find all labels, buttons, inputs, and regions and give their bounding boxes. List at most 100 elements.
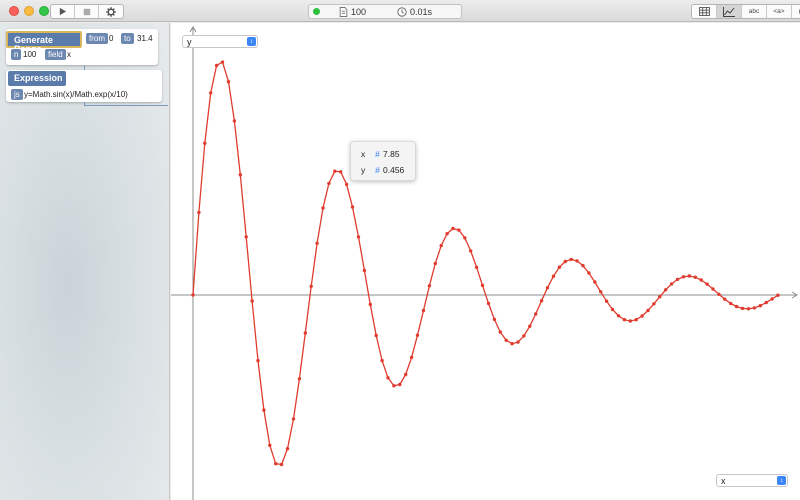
data-point [433,261,437,266]
text-view-button[interactable]: abc [742,5,767,18]
data-point [675,277,680,282]
data-point [693,275,697,279]
settings-button[interactable] [99,5,123,18]
data-point [599,290,603,294]
data-point [492,317,497,322]
data-point [545,286,550,290]
x-axis-select-value: x [721,475,726,486]
data-point [658,295,662,299]
data-point [214,63,219,68]
tooltip-x-label: x [361,148,366,159]
data-point [244,235,248,239]
js-label: js [11,89,23,100]
data-point [439,243,443,248]
n-value[interactable]: 100 [23,49,36,60]
x-axis-select[interactable]: x ↕ [716,474,788,487]
data-point [350,205,355,209]
data-point [551,274,556,278]
data-point [297,377,302,381]
data-point [250,299,254,303]
data-point [386,376,390,380]
run-controls [50,4,124,19]
to-value[interactable]: 31.4 [137,33,153,44]
data-point [191,293,195,297]
web-view-button[interactable] [792,5,800,18]
minimize-window-button[interactable] [24,6,34,16]
data-point [232,119,237,123]
data-point [262,408,266,412]
data-point [321,206,325,210]
data-point [776,293,780,297]
field-label: field [45,49,66,60]
title-bar: 100 0.01s abc <a> [0,0,800,22]
data-point [451,226,455,231]
data-point [528,324,532,328]
data-point [197,210,201,215]
number-icon: # [375,164,380,175]
data-point [344,182,349,187]
data-point [587,271,591,275]
data-point [581,264,585,268]
generate-range-block[interactable]: Generate Range from 0 to 31.4 n 100 fiel… [6,29,158,65]
plot-area[interactable]: y ↕ x ↕ x # 7.85 y # 0.456 [171,23,800,500]
data-point [752,306,757,310]
data-point [226,80,231,84]
data-point [569,257,573,262]
tooltip-y-label: y [361,164,366,175]
pipeline-panel: Generate Range from 0 to 31.4 n 100 fiel… [0,23,170,500]
table-view-button[interactable] [692,5,717,18]
data-point [469,249,473,253]
data-point [291,417,296,421]
y-axis-select-value: y [187,36,192,47]
data-point [238,173,242,177]
from-value[interactable]: 0 [109,33,113,44]
field-value[interactable]: x [67,49,71,60]
expression-title: Expression [8,71,66,86]
data-point [268,443,272,447]
data-point [652,302,656,306]
data-point [480,283,485,288]
stop-button[interactable] [75,5,99,18]
chart-view-button[interactable] [717,5,742,18]
data-point [445,232,449,236]
close-window-button[interactable] [9,6,19,16]
data-point [687,274,692,278]
view-mode-controls: abc <a> [691,4,800,19]
data-point [333,169,337,173]
data-point [256,358,260,363]
expression-code[interactable]: y=Math.sin(x)/Math.exp(x/10) [24,89,128,100]
elapsed-time: 0.01s [410,6,433,17]
data-point [740,306,745,311]
data-point [327,181,331,186]
data-point [315,241,319,245]
line-chart[interactable] [171,23,800,500]
chevron-updown-icon: ↕ [247,37,256,46]
y-axis-select[interactable]: y ↕ [182,35,258,48]
data-point [398,382,402,387]
data-point [510,342,514,346]
expression-block[interactable]: Expression js y=Math.sin(x)/Math.exp(x/1… [6,70,162,102]
data-point [380,358,384,363]
data-point [640,314,644,318]
number-icon: # [375,148,380,159]
data-point [616,314,621,318]
data-point [557,265,562,269]
from-label: from [86,33,108,44]
zoom-window-button[interactable] [39,6,49,16]
data-point [646,308,650,313]
data-point [634,318,638,322]
data-point [610,307,615,312]
data-point [474,265,479,269]
run-status: 100 0.01s [308,4,462,19]
run-button[interactable] [51,5,75,18]
data-point [415,333,420,337]
data-point [746,307,751,311]
data-point [463,236,467,240]
series-line-y [192,61,779,466]
data-point [622,318,627,322]
chevron-updown-icon: ↕ [777,476,786,485]
html-view-button[interactable]: <a> [767,5,792,18]
data-point [498,330,502,334]
data-point [705,282,709,286]
data-point [593,280,597,284]
